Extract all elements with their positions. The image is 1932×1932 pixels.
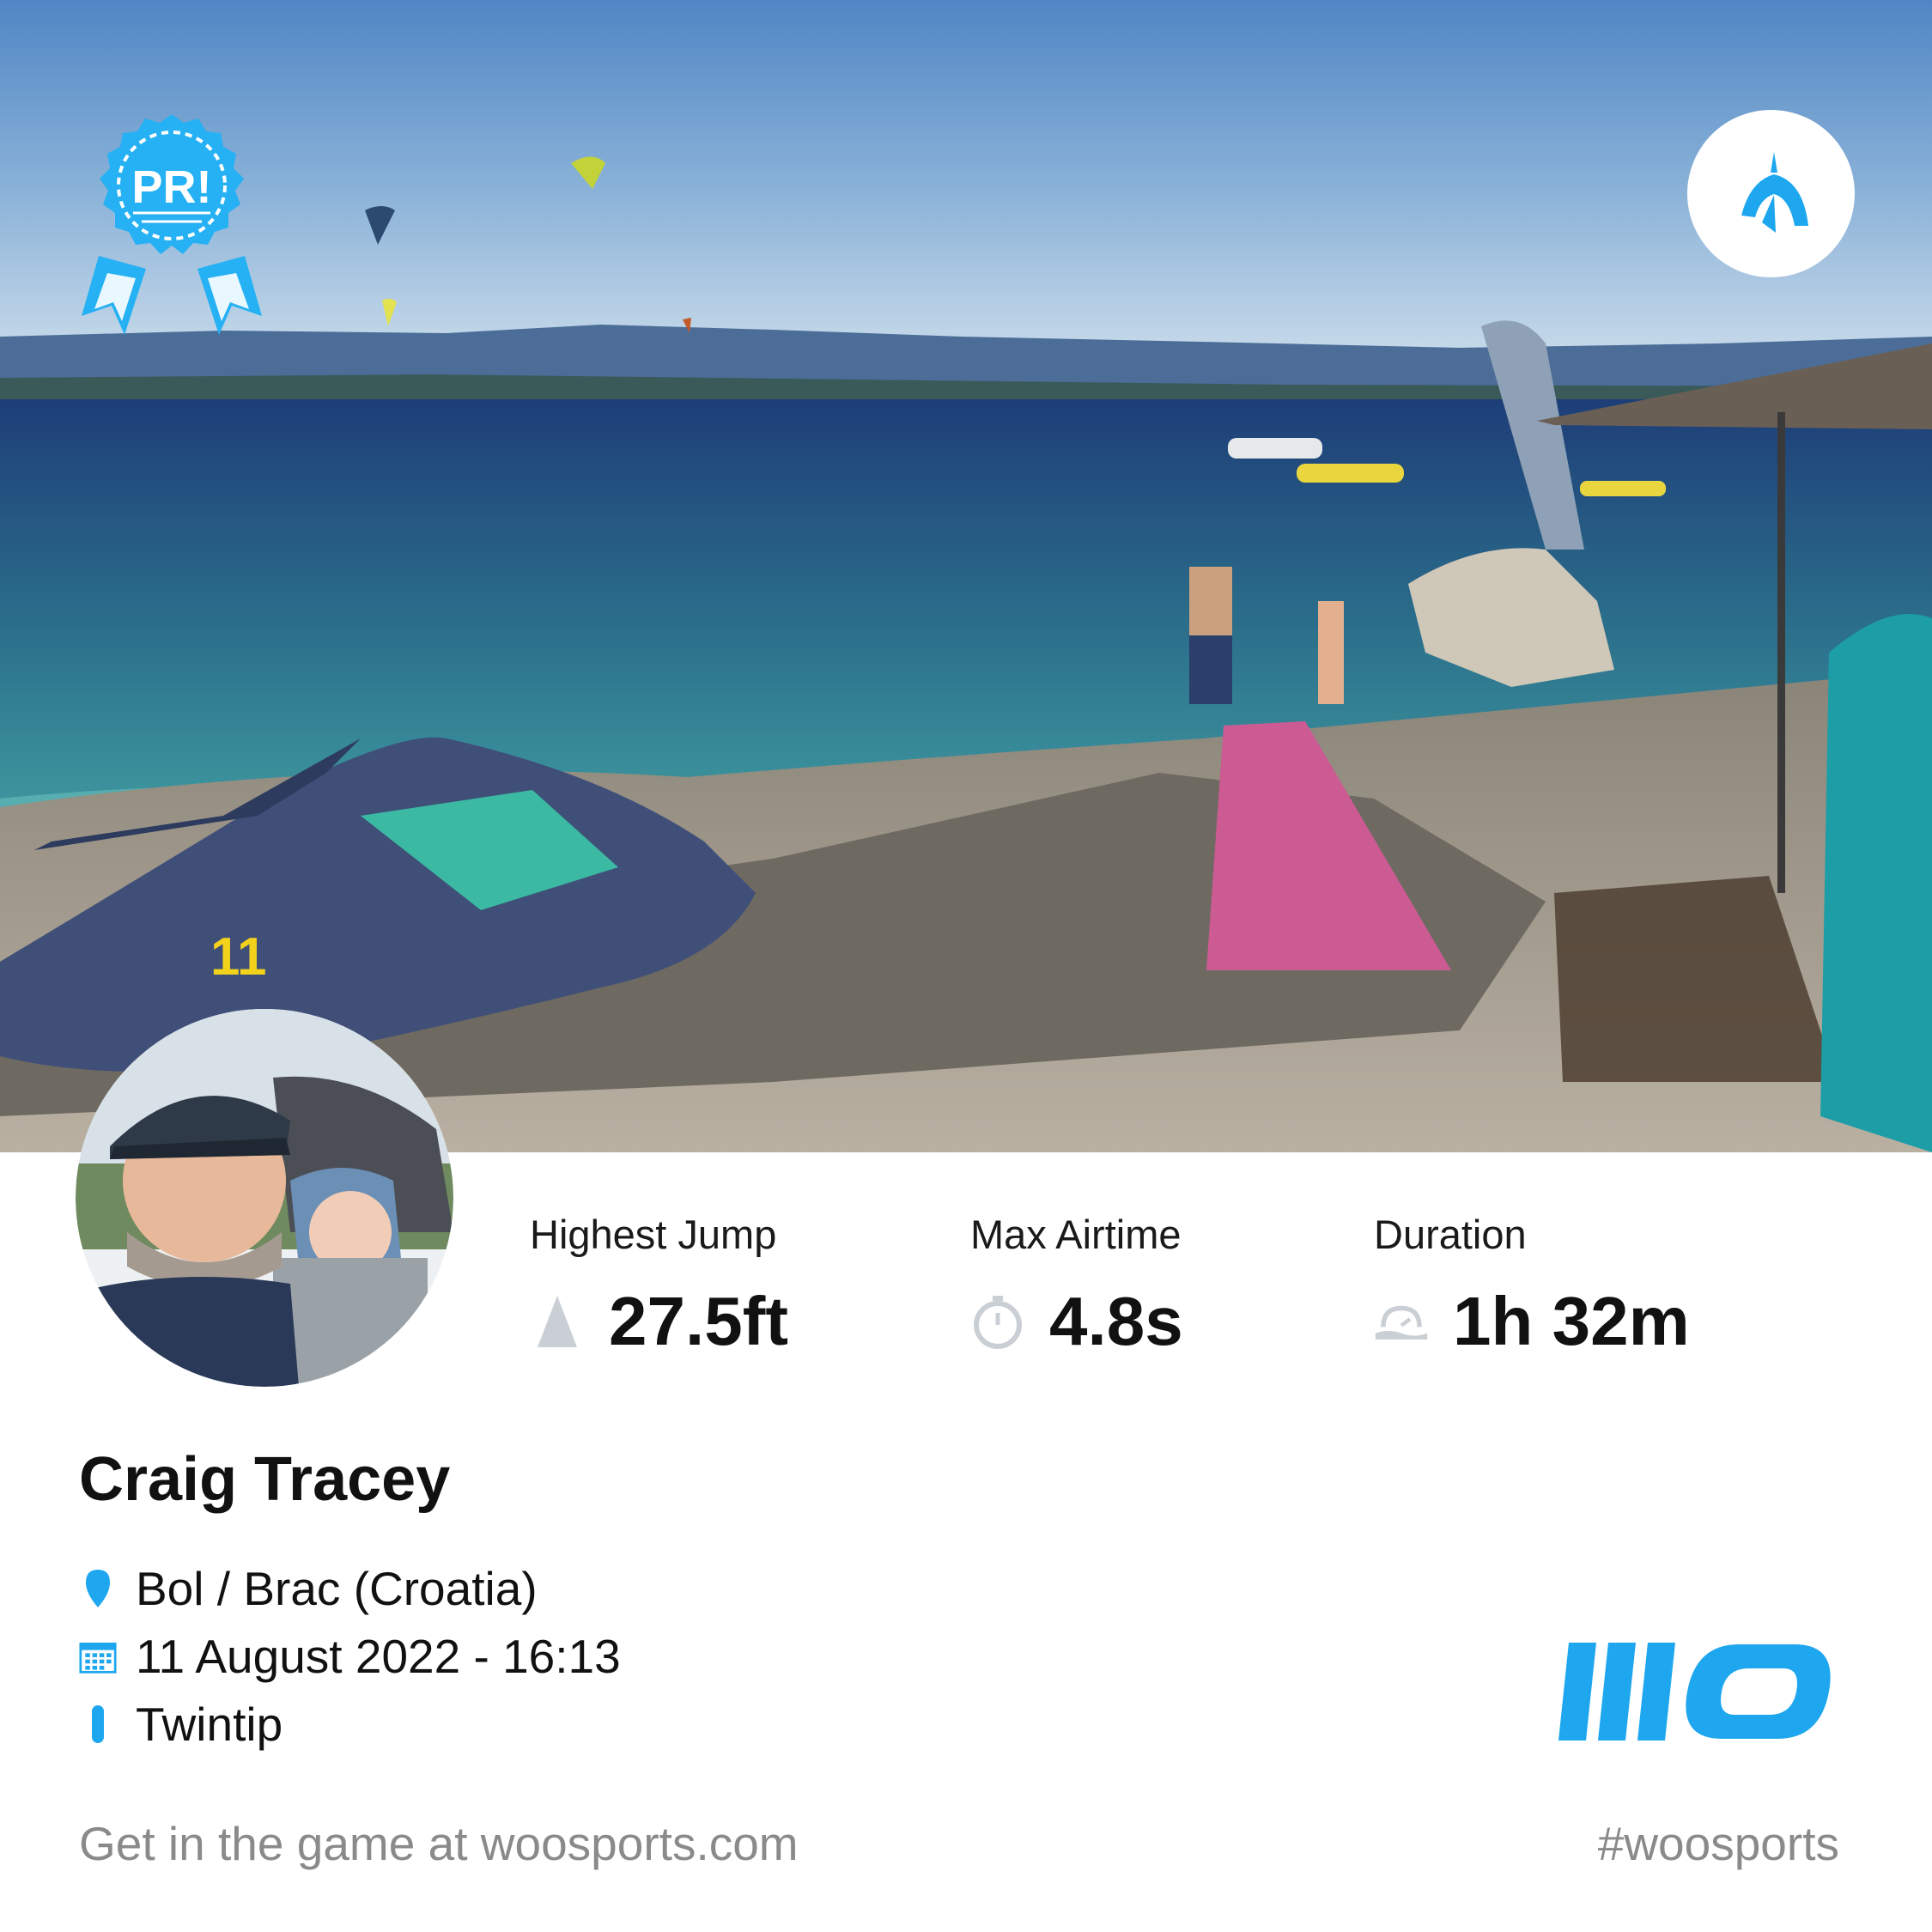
stat-highest-jump: Highest Jump 27.5ft [530,1211,788,1361]
board-text: Twintip [136,1698,283,1751]
app-logo-badge [1687,110,1855,277]
footer-hashtag: #woosports [1597,1817,1839,1870]
stat-label: Max Airtime [970,1212,1182,1257]
user-name: Craig Tracey [79,1445,451,1514]
svg-text:11: 11 [210,927,267,987]
location-text: Bol / Brac (Croatia) [136,1562,538,1615]
date-text: 11 August 2022 - 16:13 [136,1630,621,1683]
footer-cta[interactable]: Get in the game at woosports.com [79,1816,799,1871]
location-row: Bol / Brac (Croatia) [79,1561,538,1616]
date-row: 11 August 2022 - 16:13 [79,1629,621,1684]
stopwatch-icon [970,1294,1025,1349]
duration-icon [1374,1294,1429,1349]
board-row: Twintip [79,1697,283,1752]
stat-value: 1h 32m [1453,1283,1690,1359]
stat-duration: Duration 1h 32m [1374,1211,1690,1361]
pr-badge-text: PR! [132,161,212,213]
jump-height-icon [530,1294,585,1349]
stat-label: Duration [1374,1212,1527,1257]
stat-value: 4.8s [1049,1283,1183,1359]
avatar[interactable] [76,1009,453,1387]
woo-logo [1558,1636,1850,1752]
personal-record-badge: PR! [77,110,266,350]
kite-tent-icon [1741,151,1808,233]
session-photo: 11 PR! [0,0,1932,1152]
stat-label: Highest Jump [530,1212,777,1257]
location-pin-icon [79,1567,117,1610]
stat-value: 27.5ft [609,1283,788,1359]
calendar-icon [79,1635,117,1678]
board-icon [79,1703,117,1746]
stat-max-airtime: Max Airtime 4.8s [970,1211,1183,1361]
